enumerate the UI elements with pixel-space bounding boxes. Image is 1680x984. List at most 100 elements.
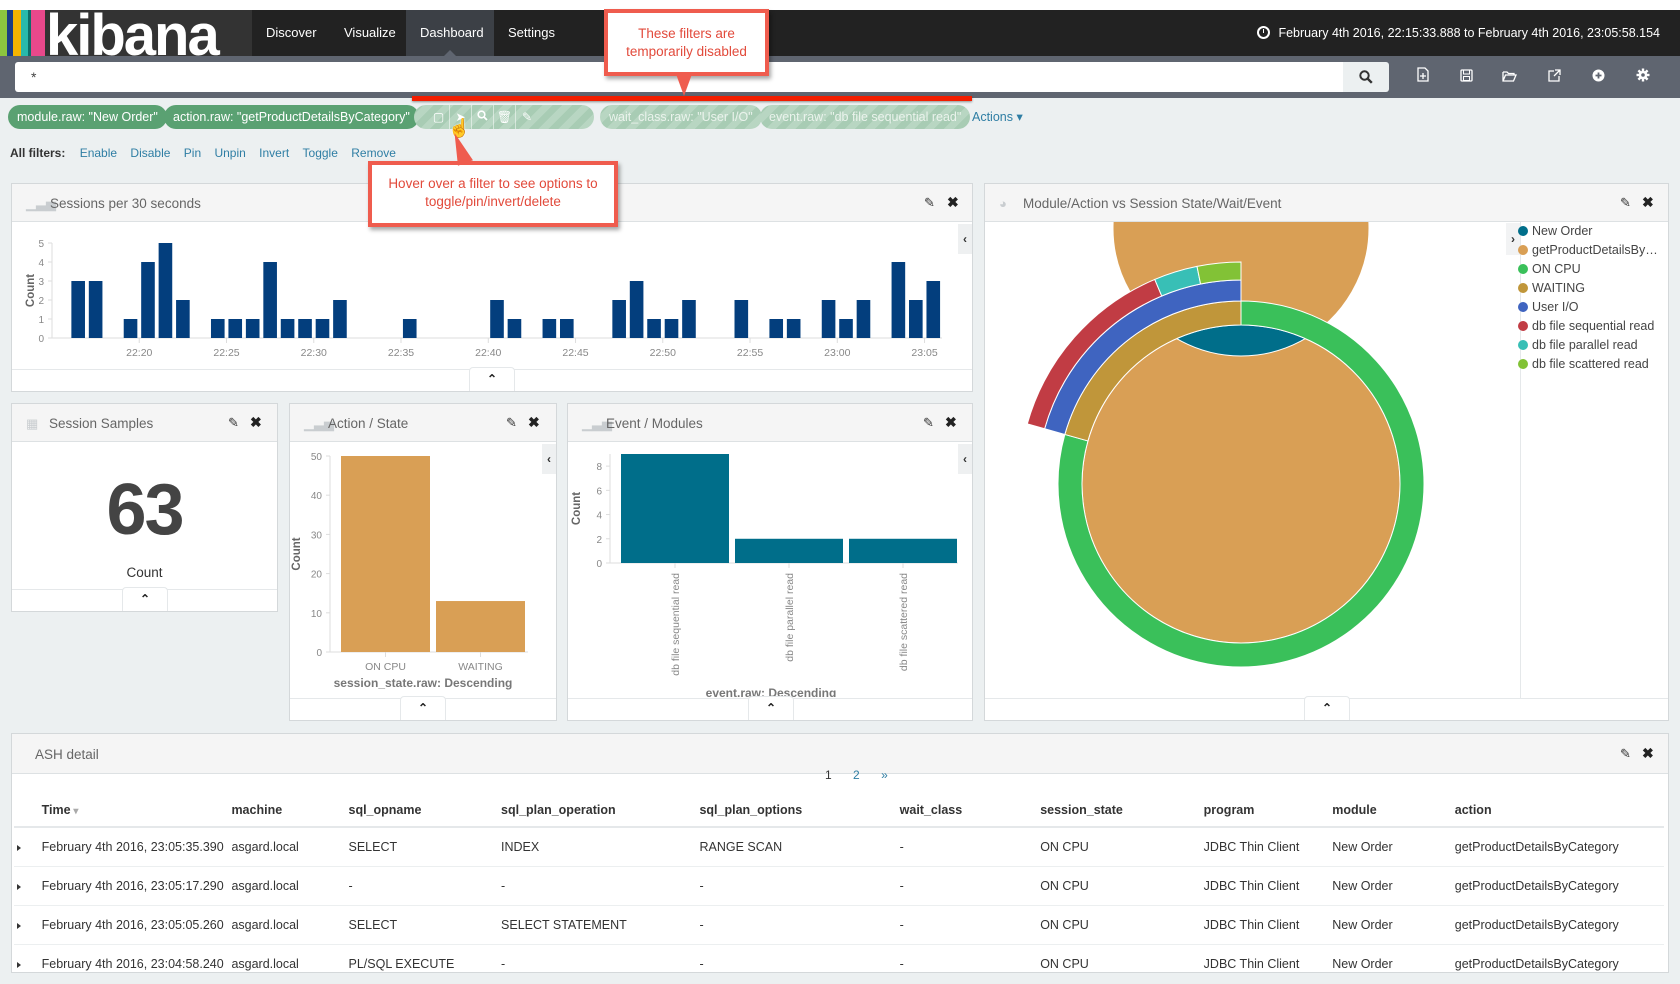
column-header-time[interactable]: Time ▾ <box>41 793 232 828</box>
y-tick-label: 0 <box>38 334 44 345</box>
open-folder-icon[interactable] <box>1498 66 1520 88</box>
nav-tab-discover[interactable]: Discover <box>252 10 331 56</box>
legend-item[interactable]: ON CPU <box>1518 260 1658 279</box>
delete-icon[interactable]: 🗑 <box>494 105 516 129</box>
kibana-logo[interactable]: kibana <box>0 10 252 56</box>
bar-chart-icon: ▁▃▅ <box>304 416 334 431</box>
histogram-bar <box>839 319 853 338</box>
table-row[interactable]: February 4th 2016, 23:05:17.290 asgard.lo… <box>14 866 1664 906</box>
table-row[interactable]: February 4th 2016, 23:05:35.390 asgard.lo… <box>14 827 1664 867</box>
close-panel-icon[interactable]: ✖ <box>945 414 957 431</box>
expand-row-icon[interactable] <box>17 883 21 890</box>
expand-row-icon[interactable] <box>17 844 21 851</box>
legend-item[interactable]: db file sequential read <box>1518 317 1658 336</box>
filter-pill-event[interactable]: event.raw: "db file sequential read" <box>760 105 971 129</box>
legend-item[interactable]: getProductDetailsBy… <box>1518 241 1658 260</box>
save-icon[interactable] <box>1455 66 1477 88</box>
all-filters-invert[interactable]: Invert <box>259 146 289 160</box>
toggle-legend-button[interactable]: ‹ <box>542 444 556 474</box>
time-range-picker[interactable]: February 4th 2016, 22:15:33.888 to Febru… <box>1257 10 1660 56</box>
edit-panel-icon[interactable]: ✎ <box>228 415 239 431</box>
edit-panel-icon[interactable]: ✎ <box>1620 746 1631 762</box>
histogram-bar <box>280 319 295 338</box>
close-panel-icon[interactable]: ✖ <box>947 194 959 211</box>
expand-row-icon[interactable] <box>17 922 21 929</box>
expand-cell[interactable] <box>14 866 42 906</box>
nav-tab-settings[interactable]: Settings <box>494 10 569 56</box>
table-row[interactable]: February 4th 2016, 23:05:05.260 asgard.lo… <box>14 905 1664 945</box>
all-filters-enable[interactable]: Enable <box>80 146 117 160</box>
close-panel-icon[interactable]: ✖ <box>1642 745 1654 762</box>
close-panel-icon[interactable]: ✖ <box>250 414 262 431</box>
legend-item[interactable]: User I/O <box>1518 298 1658 317</box>
all-filters-toggle[interactable]: Toggle <box>303 146 338 160</box>
expand-row-icon[interactable] <box>17 961 21 968</box>
nav-tab-dashboard[interactable]: Dashboard <box>406 10 494 56</box>
column-header-sql-opname[interactable]: sql_opname <box>348 793 502 828</box>
close-panel-icon[interactable]: ✖ <box>528 414 540 431</box>
collapse-spy-button[interactable]: ⌃ <box>1304 696 1350 720</box>
edit-panel-icon[interactable]: ✎ <box>923 415 934 431</box>
pie-chart-icon: ◕ <box>999 196 1007 211</box>
legend-item[interactable]: WAITING <box>1518 279 1658 298</box>
edit-panel-icon[interactable]: ✎ <box>506 415 517 431</box>
add-panel-icon[interactable] <box>1587 66 1609 88</box>
histogram-bar <box>490 300 504 338</box>
column-header-action[interactable]: action <box>1454 793 1664 828</box>
sort-desc-icon[interactable]: ▾ <box>71 806 78 817</box>
edit-panel-icon[interactable]: ✎ <box>924 195 935 211</box>
search-button[interactable] <box>1343 62 1389 92</box>
filter-pill-action[interactable]: action.raw: "getProductDetailsByCategory… <box>164 105 419 129</box>
legend-color-swatch <box>1518 264 1528 274</box>
collapse-spy-button[interactable]: ⌃ <box>469 367 515 391</box>
column-header-machine[interactable]: machine <box>231 793 349 828</box>
column-header-sql-plan-options[interactable]: sql_plan_options <box>699 793 900 828</box>
all-filters-remove[interactable]: Remove <box>351 146 396 160</box>
toggle-legend-button[interactable]: ‹ <box>958 444 972 474</box>
column-header-sql-plan-operation[interactable]: sql_plan_operation <box>501 793 700 828</box>
expand-cell[interactable] <box>14 827 42 867</box>
y-axis-title: Count <box>571 492 583 525</box>
collapse-spy-button[interactable]: ⌃ <box>400 696 446 720</box>
column-header-program[interactable]: program <box>1203 793 1333 828</box>
table-cell-session-state: ON CPU <box>1040 944 1204 984</box>
toggle-icon[interactable]: ▢ <box>428 105 450 129</box>
filter-pill-module[interactable]: module.raw: "New Order" <box>8 105 167 129</box>
column-header-wait-class[interactable]: wait_class <box>899 793 1041 828</box>
settings-gear-icon[interactable] <box>1632 66 1654 88</box>
table-row[interactable]: February 4th 2016, 23:04:58.240 asgard.lo… <box>14 944 1664 984</box>
nav-tab-visualize[interactable]: Visualize <box>330 10 410 56</box>
page-next[interactable]: » <box>881 768 888 782</box>
legend-item[interactable]: db file parallel read <box>1518 336 1658 355</box>
panel-action-state: ▁▃▅ Action / State ✎ ✖ 0 10 20 30 40 50 ON CPU… <box>289 403 557 721</box>
all-filters-disable[interactable]: Disable <box>130 146 170 160</box>
page-1[interactable]: 1 <box>825 768 832 782</box>
collapse-spy-button[interactable]: ⌃ <box>748 696 794 720</box>
invert-icon[interactable] <box>472 105 494 129</box>
share-icon[interactable] <box>1543 66 1565 88</box>
column-header-session-state[interactable]: session_state <box>1040 793 1204 828</box>
edit-icon[interactable]: ✎ <box>516 105 538 129</box>
new-dashboard-icon[interactable] <box>1412 66 1434 88</box>
all-filters-pin[interactable]: Pin <box>184 146 201 160</box>
all-filters-unpin[interactable]: Unpin <box>214 146 245 160</box>
close-panel-icon[interactable]: ✖ <box>1642 194 1654 211</box>
y-tick-label: 6 <box>596 486 602 497</box>
column-header-module[interactable]: module <box>1332 793 1455 828</box>
table-cell-action: getProductDetailsByCategory <box>1454 944 1664 984</box>
page-2[interactable]: 2 <box>853 768 860 782</box>
toggle-legend-button[interactable]: ‹ <box>958 224 972 254</box>
filter-actions-dropdown[interactable]: Actions ▾ <box>972 105 1023 129</box>
expand-cell[interactable] <box>14 905 42 945</box>
collapse-spy-button[interactable]: ⌃ <box>122 587 168 611</box>
x-tick-label: WAITING <box>458 661 503 673</box>
filter-pill-session-state[interactable]: ▢ ➤ 🗑 ✎ <box>414 105 594 129</box>
legend-item[interactable]: db file scattered read <box>1518 355 1658 374</box>
edit-panel-icon[interactable]: ✎ <box>1620 195 1631 211</box>
expand-cell[interactable] <box>14 944 42 984</box>
legend-item[interactable]: New Order <box>1518 222 1658 241</box>
table-cell-wait-class: - <box>899 827 1041 867</box>
metric-label: Count <box>126 565 163 580</box>
table-cell-sql-plan-options: RANGE SCAN <box>699 827 900 867</box>
filter-pill-wait-class[interactable]: wait_class.raw: "User I/O" <box>600 105 762 129</box>
